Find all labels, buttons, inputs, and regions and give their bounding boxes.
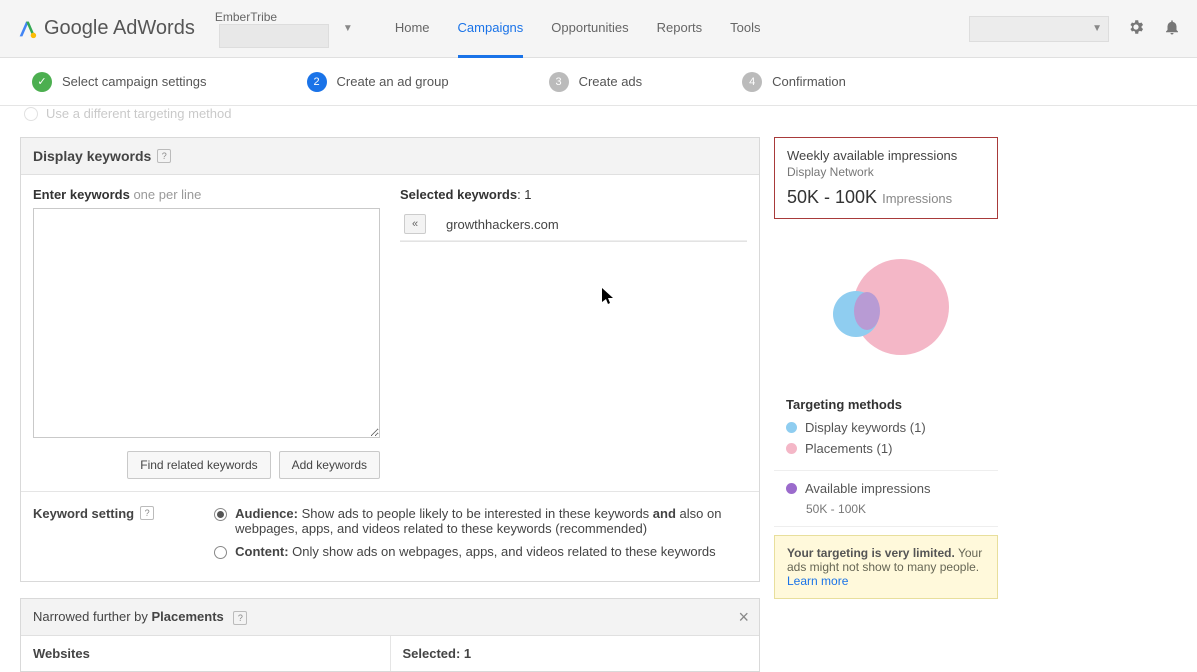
main-nav: Home Campaigns Opportunities Reports Too…: [395, 0, 761, 58]
adwords-logo-icon: [16, 18, 38, 40]
targeting-methods: Targeting methods Display keywords (1) P…: [774, 389, 998, 471]
caret-down-icon: ▼: [343, 23, 353, 34]
targeting-item: Display keywords (1): [786, 420, 986, 435]
help-icon[interactable]: ?: [233, 611, 247, 625]
topbar-right: ▼: [969, 16, 1181, 42]
venn-svg: [806, 249, 966, 369]
content-option: Content: Only show ads on webpages, apps…: [235, 544, 716, 559]
step-4: 4 Confirmation: [742, 72, 846, 92]
targeting-label: Display keywords (1): [805, 420, 926, 435]
step-number: 3: [549, 72, 569, 92]
right-sidebar: Weekly available impressions Display Net…: [774, 137, 998, 599]
impressions-title: Weekly available impressions: [787, 148, 985, 163]
dot-icon: [786, 483, 797, 494]
available-impressions: Available impressions 50K - 100K: [774, 471, 998, 527]
audience-radio-row[interactable]: Audience: Show ads to people likely to b…: [214, 506, 747, 536]
nav-home[interactable]: Home: [395, 0, 430, 58]
step-label: Confirmation: [772, 74, 846, 89]
warning-bold: Your targeting is very limited.: [787, 546, 955, 560]
venn-diagram: [774, 219, 998, 379]
impressions-box: Weekly available impressions Display Net…: [774, 137, 998, 219]
nav-opportunities[interactable]: Opportunities: [551, 0, 628, 58]
account-name: EmberTribe: [215, 10, 329, 24]
panel-title: Display keywords: [33, 148, 151, 164]
find-related-button[interactable]: Find related keywords: [127, 451, 270, 479]
targeting-warning: Your targeting is very limited. Your ads…: [774, 535, 998, 599]
narrowed-title: Narrowed further by Placements: [33, 609, 224, 624]
help-icon[interactable]: ?: [157, 149, 171, 163]
targeting-title: Targeting methods: [786, 397, 986, 412]
setting-title: Keyword setting: [33, 506, 134, 521]
selected-keywords-list: « growthhackers.com: [400, 208, 747, 242]
option-label: Use a different targeting method: [46, 106, 232, 121]
keyword-text: growthhackers.com: [446, 217, 559, 232]
remove-keyword-button[interactable]: «: [404, 214, 426, 234]
step-label: Create an ad group: [337, 74, 449, 89]
gear-icon[interactable]: [1127, 18, 1145, 39]
selected-column-header: Selected: 1: [390, 636, 760, 671]
available-range: 50K - 100K: [806, 502, 986, 516]
panel-header: Display keywords ?: [21, 138, 759, 175]
radio-selected-icon: [214, 508, 227, 521]
impressions-range: 50K - 100K Impressions: [787, 187, 985, 208]
websites-column-header: Websites: [21, 636, 390, 671]
selected-keyword-item: « growthhackers.com: [400, 208, 747, 241]
wizard-steps: ✓ Select campaign settings 2 Create an a…: [0, 58, 1197, 106]
account-selector[interactable]: EmberTribe ▼: [215, 10, 365, 48]
add-keywords-button[interactable]: Add keywords: [279, 451, 380, 479]
selected-keywords-label: Selected keywords: 1: [400, 187, 747, 202]
dot-icon: [786, 443, 797, 454]
check-icon: ✓: [32, 72, 52, 92]
impressions-subtitle: Display Network: [787, 165, 985, 179]
caret-down-icon: ▼: [1092, 23, 1102, 34]
help-icon[interactable]: ?: [140, 506, 154, 520]
narrowed-placements-panel: Narrowed further by Placements ? × Websi…: [20, 598, 760, 672]
step-2: 2 Create an ad group: [307, 72, 449, 92]
nav-tools[interactable]: Tools: [730, 0, 760, 58]
radio-unselected-icon: [214, 546, 227, 559]
audience-option: Audience: Show ads to people likely to b…: [235, 506, 747, 536]
brand-logo: Google AdWords: [16, 17, 195, 40]
keyword-setting-section: Keyword setting ? Audience: Show ads to …: [21, 491, 759, 581]
step-number: 2: [307, 72, 327, 92]
step-1: ✓ Select campaign settings: [32, 72, 207, 92]
learn-more-link[interactable]: Learn more: [787, 574, 848, 588]
nav-campaigns[interactable]: Campaigns: [458, 0, 524, 58]
enter-keywords-label: Enter keywords one per line: [33, 187, 380, 202]
keywords-textarea[interactable]: [33, 208, 380, 438]
display-keywords-panel: Display keywords ? Enter keywords one pe…: [20, 137, 760, 582]
top-bar: Google AdWords EmberTribe ▼ Home Campaig…: [0, 0, 1197, 58]
targeting-label: Placements (1): [805, 441, 892, 456]
targeting-item: Placements (1): [786, 441, 986, 456]
panel-header: Narrowed further by Placements ? ×: [21, 599, 759, 636]
user-selector[interactable]: ▼: [969, 16, 1109, 42]
available-label: Available impressions: [805, 481, 931, 496]
nav-reports[interactable]: Reports: [657, 0, 703, 58]
step-label: Create ads: [579, 74, 643, 89]
dot-icon: [786, 422, 797, 433]
targeting-method-option[interactable]: Use a different targeting method: [0, 106, 1197, 125]
step-3: 3 Create ads: [549, 72, 643, 92]
step-label: Select campaign settings: [62, 74, 207, 89]
bell-icon[interactable]: [1163, 18, 1181, 39]
account-id-box: [219, 24, 329, 48]
brand-text: Google AdWords: [44, 17, 195, 40]
content-radio-row[interactable]: Content: Only show ads on webpages, apps…: [214, 544, 747, 559]
radio-empty-icon: [24, 107, 38, 121]
step-number: 4: [742, 72, 762, 92]
